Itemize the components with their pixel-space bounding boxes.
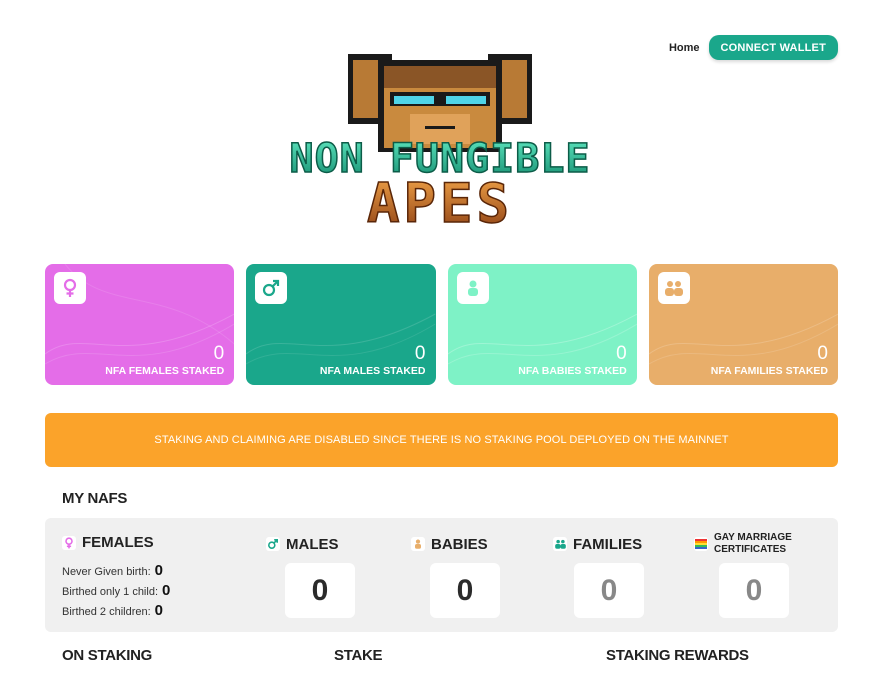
connect-wallet-button[interactable]: CONNECT WALLET	[708, 35, 838, 60]
staking-rewards-heading: STAKING REWARDS	[606, 647, 749, 664]
top-nav: Home CONNECT WALLET	[669, 35, 838, 60]
my-males-section: MALES 0	[266, 533, 386, 618]
my-females-section: FEMALES Never Given birth: 0 Birthed only…	[62, 534, 170, 621]
male-icon	[255, 272, 288, 304]
females-staked-count: 0	[213, 343, 225, 364]
my-families-section: FAMILIES 0	[553, 533, 673, 618]
family-icon	[553, 537, 567, 551]
families-staked-count: 0	[817, 343, 828, 364]
female-stat-row: Never Given birth: 0	[62, 562, 163, 579]
female-stat-row: Birthed only 1 child: 0	[62, 582, 171, 599]
babies-staked-label: NFA BABIES STAKED	[518, 365, 627, 377]
my-certificates-section: GAY MARRIAGE CERTIFICATES 0	[694, 528, 834, 618]
non-fungible-apes-logo: NON FUNGIBLE APES	[240, 42, 640, 252]
female-stat-row: Birthed 2 children: 0	[62, 602, 164, 619]
females-staked-card: 0 NFA FEMALES STAKED	[45, 264, 235, 385]
families-staked-label: NFA FAMILIES STAKED	[710, 365, 828, 377]
female-icon	[54, 272, 86, 304]
my-nafs-heading: MY NAFS	[62, 490, 128, 507]
my-nafs-panel: FEMALES Never Given birth: 0 Birthed only…	[45, 518, 838, 632]
staking-disabled-alert: STAKING AND CLAIMING ARE DISABLED SINCE …	[45, 413, 838, 467]
females-staked-label: NFA FEMALES STAKED	[105, 365, 225, 377]
babies-count: 0	[430, 563, 500, 618]
families-count: 0	[574, 563, 644, 618]
rainbow-flag-icon	[694, 537, 708, 551]
certificates-heading: GAY MARRIAGE CERTIFICATES	[714, 532, 792, 555]
certificates-count: 0	[719, 563, 789, 618]
babies-staked-card: 0 NFA BABIES STAKED	[447, 264, 637, 385]
males-staked-label: NFA MALES STAKED	[319, 365, 426, 377]
males-heading: MALES	[286, 535, 339, 553]
babies-staked-count: 0	[616, 343, 627, 364]
stake-heading: STAKE	[334, 647, 383, 664]
baby-icon	[411, 537, 425, 551]
families-staked-card: 0 NFA FAMILIES STAKED	[648, 264, 838, 385]
on-staking-heading: ON STAKING	[62, 647, 153, 664]
babies-heading: BABIES	[431, 535, 488, 553]
my-babies-section: BABIES 0	[411, 533, 531, 618]
males-staked-count: 0	[414, 343, 426, 364]
family-icon	[657, 272, 690, 304]
male-icon	[266, 537, 280, 551]
males-count: 0	[285, 563, 355, 618]
logo-line2: APES	[367, 172, 513, 235]
males-staked-card: 0 NFA MALES STAKED	[246, 264, 436, 385]
nav-home-link[interactable]: Home	[669, 42, 700, 54]
female-icon	[62, 535, 76, 550]
staked-stats-cards: 0 NFA FEMALES STAKED 0 NFA MALES STAKED …	[45, 264, 838, 385]
families-heading: FAMILIES	[573, 535, 643, 553]
females-heading: FEMALES	[82, 534, 154, 551]
baby-icon	[456, 272, 489, 304]
